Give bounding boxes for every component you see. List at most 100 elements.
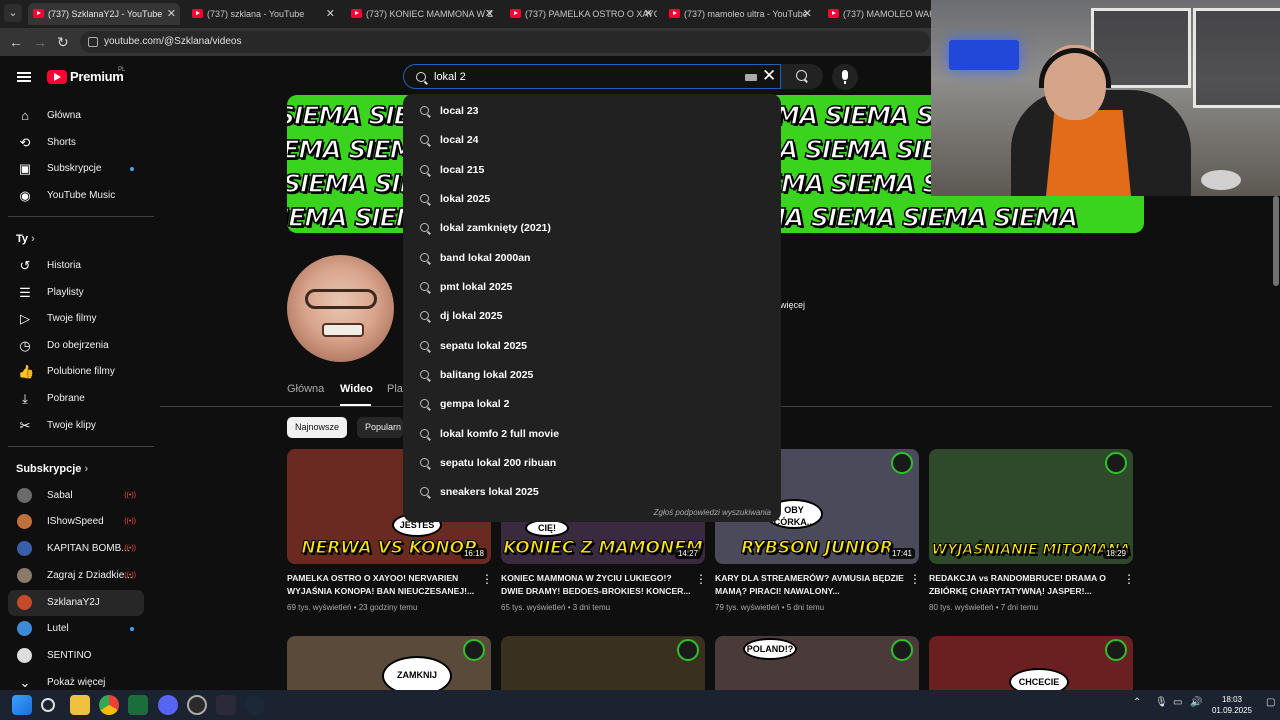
- file-explorer-icon[interactable]: [70, 695, 90, 715]
- sidebar-item-downloads[interactable]: ⤓ Pobrane: [8, 386, 144, 412]
- browser-tab[interactable]: (737) PAMELKA OSTRO O XAYO ✕: [505, 3, 657, 25]
- video-thumbnail[interactable]: POLAND!?: [715, 636, 919, 690]
- video-title[interactable]: REDAKCJA vs RANDOMBRUCE! DRAMA O ZBIÓRKĘ…: [929, 572, 1119, 598]
- address-bar[interactable]: youtube.com/@Szklana/videos: [80, 31, 930, 53]
- app-icon[interactable]: [216, 695, 236, 715]
- report-suggestions-link[interactable]: Zgłoś podpowiedzi wyszukiwania: [654, 508, 771, 517]
- clear-search-icon[interactable]: ✕: [762, 67, 776, 85]
- channel-avatar-large[interactable]: [287, 255, 394, 362]
- sidebar-item-playlists[interactable]: ☰ Playlisty: [8, 280, 144, 306]
- suggestion-item[interactable]: dj lokal 2025: [403, 302, 781, 331]
- more-link[interactable]: więcej: [780, 300, 805, 310]
- live-icon: ((•)): [124, 492, 136, 499]
- sidebar-channel-item[interactable]: Sabal ((•)): [8, 483, 144, 509]
- tab-home[interactable]: Główna: [287, 383, 324, 395]
- video-thumbnail[interactable]: CHCECIE: [929, 636, 1133, 690]
- reload-icon[interactable]: ↻: [57, 33, 69, 51]
- menu-icon[interactable]: [17, 72, 31, 82]
- chrome-icon[interactable]: [99, 695, 119, 715]
- video-title[interactable]: PAMELKA OSTRO O XAYOO! NERVARIEN WYJAŚNI…: [287, 572, 477, 598]
- sidebar-item-liked-videos[interactable]: 👍 Polubione filmy: [8, 359, 144, 385]
- network-icon[interactable]: ▭: [1173, 697, 1182, 708]
- microphone-icon[interactable]: 🎙: [1155, 697, 1168, 708]
- webcam-monitor: [949, 40, 1019, 70]
- suggestion-item[interactable]: local 24: [403, 126, 781, 155]
- subscriptions-section-heading[interactable]: Subskrypcje ›: [16, 463, 88, 475]
- browser-tab[interactable]: (737) mamoleo ultra - YouTube ✕: [664, 3, 816, 25]
- browser-tab[interactable]: (737) szklana - YouTube ✕: [187, 3, 339, 25]
- video-thumbnail[interactable]: WYJAŚNIANIE MITOMANA 18:29: [929, 449, 1133, 564]
- suggestion-item[interactable]: local 215: [403, 156, 781, 185]
- video-thumbnail[interactable]: [501, 636, 705, 690]
- windows-start-icon[interactable]: [12, 695, 32, 715]
- tab-search-button[interactable]: ⌄: [4, 4, 22, 22]
- tab-playlists[interactable]: Pla: [387, 383, 403, 395]
- taskbar-clock[interactable]: 18:03 01.09.2025: [1208, 694, 1256, 716]
- chevron-up-icon[interactable]: ⌃: [1133, 697, 1141, 708]
- more-vert-icon[interactable]: ⋮: [1123, 572, 1135, 586]
- suggestion-item[interactable]: gempa lokal 2: [403, 390, 781, 419]
- app-icon[interactable]: [187, 695, 207, 715]
- suggestion-item[interactable]: local 23: [403, 97, 781, 126]
- discord-icon[interactable]: [158, 695, 178, 715]
- site-info-icon[interactable]: [88, 37, 98, 47]
- voice-search-button[interactable]: [832, 64, 858, 90]
- excel-icon[interactable]: [128, 695, 148, 715]
- sidebar-item-subscriptions[interactable]: ▣ Subskrypcje: [8, 156, 144, 182]
- suggestion-item[interactable]: lokal 2025: [403, 185, 781, 214]
- sidebar-channel-item[interactable]: SENTINO: [8, 643, 144, 669]
- sidebar-item-home[interactable]: ⌂ Główna: [8, 103, 144, 129]
- search-input[interactable]: [434, 68, 734, 86]
- video-thumbnail[interactable]: ZAMKNIJ: [287, 636, 491, 690]
- chip-newest[interactable]: Najnowsze: [287, 417, 348, 438]
- close-tab-icon[interactable]: ✕: [485, 3, 494, 25]
- close-tab-icon[interactable]: ✕: [167, 3, 176, 25]
- suggestion-item[interactable]: sepatu lokal 2025: [403, 332, 781, 361]
- close-tab-icon[interactable]: ✕: [644, 3, 653, 25]
- sidebar-item-your-videos[interactable]: ▷ Twoje filmy: [8, 306, 144, 332]
- brand-label[interactable]: Premium: [70, 69, 124, 84]
- chip-popular[interactable]: Popularn: [357, 417, 403, 438]
- tab-videos[interactable]: Wideo: [340, 383, 373, 395]
- browser-tab[interactable]: (737) KONIEC MAMMONA W Z ✕: [346, 3, 498, 25]
- suggestion-item[interactable]: sneakers lokal 2025: [403, 478, 781, 507]
- you-section-heading[interactable]: Ty ›: [16, 233, 35, 245]
- volume-icon[interactable]: 🔊: [1190, 697, 1202, 708]
- scrollbar-thumb[interactable]: [1273, 196, 1279, 286]
- youtube-logo-icon[interactable]: [47, 70, 67, 84]
- sidebar-channel-item[interactable]: Lutel: [8, 616, 144, 642]
- steam-icon[interactable]: [245, 695, 265, 715]
- more-vert-icon[interactable]: ⋮: [695, 572, 707, 586]
- forward-arrow-icon[interactable]: →: [33, 33, 47, 51]
- back-arrow-icon[interactable]: ←: [9, 33, 23, 51]
- suggestion-item[interactable]: lokal komfo 2 full movie: [403, 420, 781, 449]
- sidebar-channel-item[interactable]: Zagraj z Dziadkie... ((•)): [8, 563, 144, 589]
- suggestion-item[interactable]: band lokal 2000an: [403, 244, 781, 273]
- sidebar-item-your-clips[interactable]: ✂ Twoje klipy: [8, 413, 144, 439]
- more-vert-icon[interactable]: ⋮: [909, 572, 921, 586]
- search-icon[interactable]: [41, 698, 55, 712]
- browser-tab[interactable]: (737) MAMOLEO WAKAC: [823, 3, 933, 25]
- sidebar-channel-item[interactable]: IShowSpeed ((•)): [8, 509, 144, 535]
- close-tab-icon[interactable]: ✕: [803, 3, 812, 25]
- search-button[interactable]: [781, 64, 823, 89]
- sidebar-item-history[interactable]: ↺ Historia: [8, 253, 144, 279]
- sidebar-item-shorts[interactable]: ⟲ Shorts: [8, 130, 144, 156]
- video-title[interactable]: KONIEC MAMMONA W ŻYCIU LUKIEGO!? DWIE DR…: [501, 572, 691, 598]
- suggestion-item[interactable]: lokal zamknięty (2021): [403, 214, 781, 243]
- close-tab-icon[interactable]: ✕: [326, 3, 335, 25]
- notification-icon[interactable]: ▢: [1266, 697, 1275, 708]
- sidebar-item-youtube-music[interactable]: ◉ YouTube Music: [8, 183, 144, 209]
- keyboard-icon[interactable]: [745, 74, 757, 81]
- video-title[interactable]: KARY DLA STREAMERÓW? AVMUSIA BĘDZIE MAMĄ…: [715, 572, 905, 598]
- search-box[interactable]: [403, 64, 781, 89]
- suggestion-item[interactable]: pmt lokal 2025: [403, 273, 781, 302]
- more-vert-icon[interactable]: ⋮: [481, 572, 493, 586]
- sidebar-item-watch-later[interactable]: ◷ Do obejrzenia: [8, 333, 144, 359]
- sidebar-channel-item[interactable]: KAPITAN BOMB... ((•)): [8, 536, 144, 562]
- suggestion-item[interactable]: balitang lokal 2025: [403, 361, 781, 390]
- suggestion-item[interactable]: sepatu lokal 200 ribuan: [403, 449, 781, 478]
- browser-tab[interactable]: (737) SzklanaY2J - YouTube ✕: [28, 3, 180, 25]
- sidebar-channel-item[interactable]: SzklanaY2J: [8, 590, 144, 616]
- page-scrollbar[interactable]: [1272, 196, 1280, 690]
